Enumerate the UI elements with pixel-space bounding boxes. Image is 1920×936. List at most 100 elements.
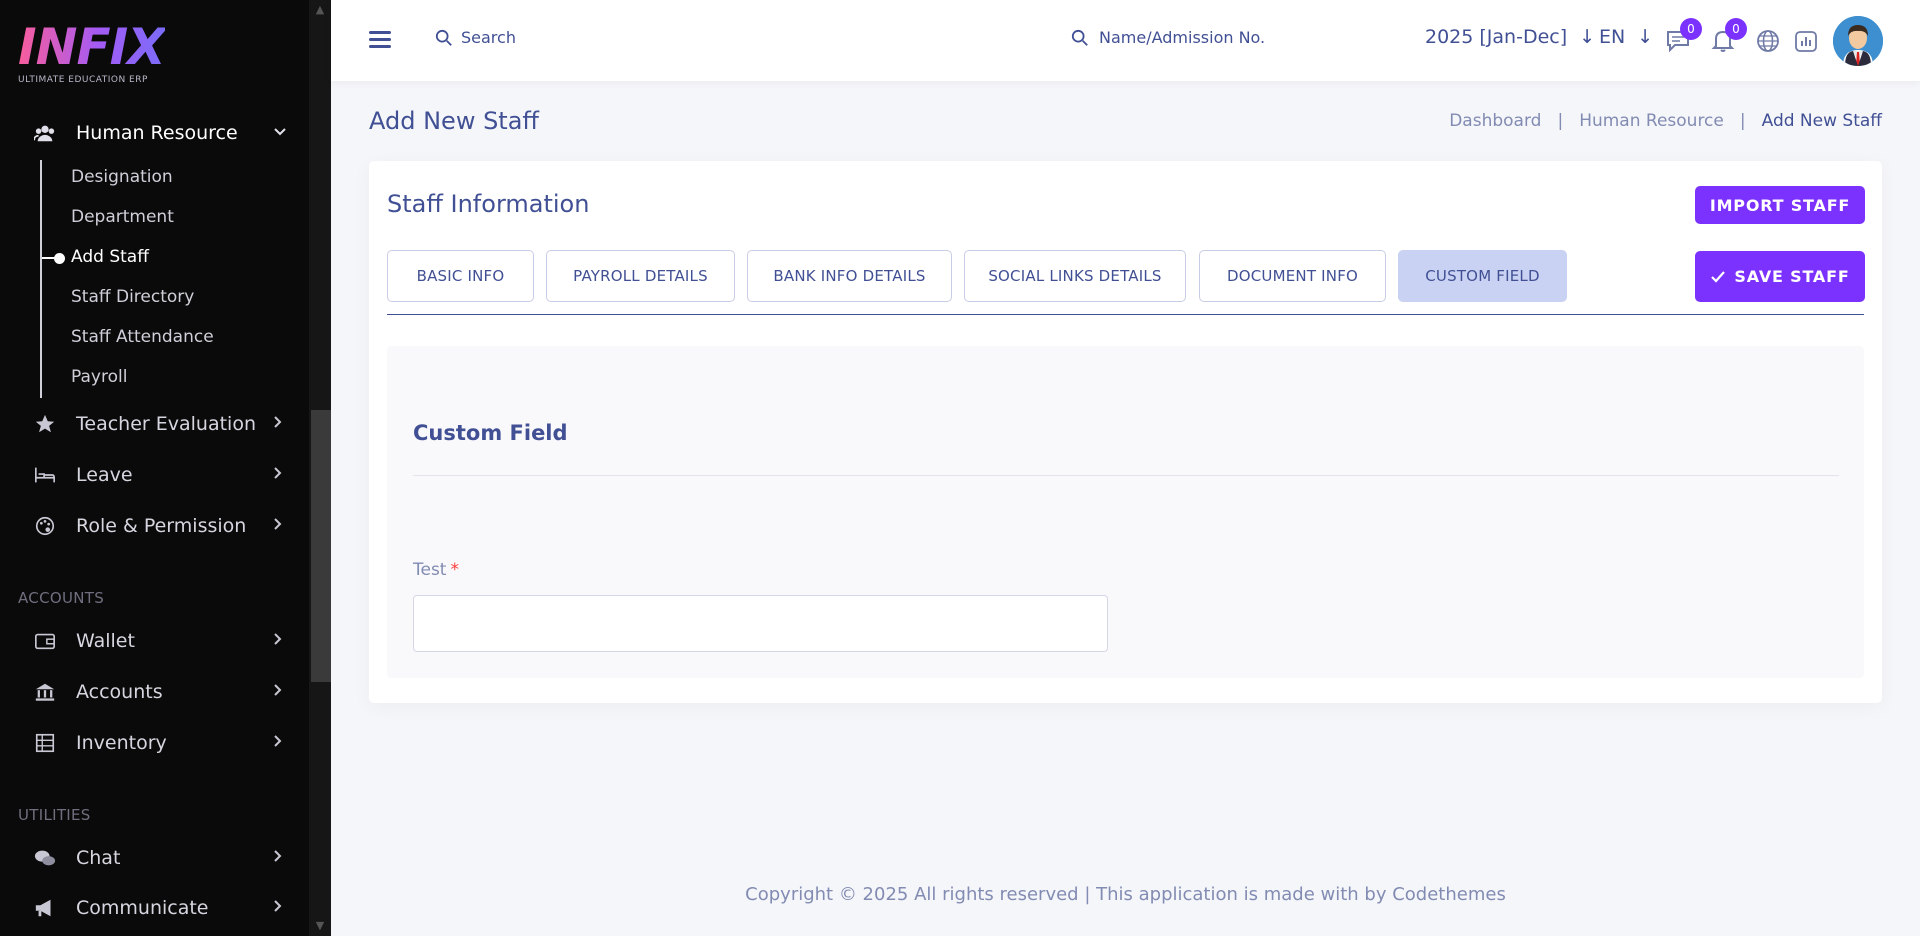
logo[interactable]: INFIX ULTIMATE EDUCATION ERP: [18, 18, 166, 85]
import-staff-button[interactable]: IMPORT STAFF: [1695, 186, 1865, 224]
user-avatar-icon: [1833, 16, 1883, 66]
reports-button[interactable]: [1793, 28, 1819, 54]
copyright-text: Copyright © 2025 All rights reserved | T…: [745, 884, 1506, 905]
chart-icon: [1795, 31, 1817, 52]
search-icon: [1071, 29, 1088, 46]
sidebar-subitem-staff-directory[interactable]: Staff Directory: [71, 287, 194, 307]
sidebar-item-label: Leave: [76, 464, 133, 486]
menu-toggle-icon[interactable]: [369, 31, 391, 49]
sidebar-subitem-staff-attendance[interactable]: Staff Attendance: [71, 327, 214, 347]
card-title: Staff Information: [387, 190, 590, 218]
scroll-down-icon[interactable]: ▼: [314, 920, 326, 932]
chevron-right-icon: [273, 632, 283, 650]
arrow-down-icon: ↓: [1579, 26, 1596, 48]
sidebar-item-label: Teacher Evaluation: [76, 413, 256, 435]
chevron-right-icon: [273, 899, 283, 917]
chevron-down-icon: [273, 125, 287, 141]
import-staff-label: IMPORT STAFF: [1709, 195, 1851, 215]
tab-social-links-details[interactable]: SOCIAL LINKS DETAILS: [964, 250, 1186, 302]
breadcrumb-human-resource[interactable]: Human Resource: [1579, 111, 1724, 131]
users-icon: [34, 122, 56, 144]
chevron-right-icon: [273, 466, 283, 484]
sidebar-item-communicate[interactable]: Communicate: [0, 888, 309, 928]
language-label: EN: [1599, 26, 1626, 48]
student-search[interactable]: Name/Admission No.: [1071, 28, 1265, 47]
logo-subtitle: ULTIMATE EDUCATION ERP: [18, 75, 148, 85]
scroll-up-icon[interactable]: ▲: [314, 4, 326, 16]
active-indicator-dot: [54, 253, 65, 264]
notifications-button[interactable]: 0: [1710, 18, 1747, 54]
chevron-right-icon: [273, 683, 283, 701]
sidebar-item-label: Accounts: [76, 681, 163, 703]
language-select[interactable]: EN ↓: [1599, 26, 1653, 48]
tabs-divider: [387, 314, 1864, 315]
tab-document-info[interactable]: DOCUMENT INFO: [1199, 250, 1386, 302]
avatar[interactable]: [1833, 16, 1883, 66]
sidebar-scrollbar[interactable]: ▲ ▼: [309, 0, 331, 936]
bank-icon: [34, 681, 56, 703]
save-staff-label: SAVE STAFF: [1734, 267, 1850, 286]
globe-icon: [1757, 30, 1779, 52]
logo-mark: INFIX: [18, 18, 166, 76]
top-header: Search Name/Admission No. 2025 [Jan-Dec]…: [331, 0, 1920, 81]
sidebar-item-label: Wallet: [76, 630, 135, 652]
page-title: Add New Staff: [369, 107, 539, 135]
megaphone-icon: [34, 897, 56, 919]
test-field-input[interactable]: [413, 595, 1108, 652]
wallet-icon: [34, 630, 56, 652]
sidebar-scrollbar-thumb[interactable]: [311, 410, 331, 682]
sidebar-item-leave[interactable]: Leave: [0, 455, 309, 495]
tab-basic-info[interactable]: BASIC INFO: [387, 250, 534, 302]
custom-field-panel: Custom Field Test *: [387, 346, 1864, 678]
academic-year-label: 2025 [Jan-Dec]: [1425, 26, 1568, 48]
breadcrumb-separator: |: [1557, 111, 1564, 131]
submenu-guide-line: [40, 160, 42, 398]
admission-search-input[interactable]: Name/Admission No.: [1099, 28, 1265, 47]
required-marker: *: [450, 560, 459, 580]
website-button[interactable]: [1755, 28, 1781, 54]
palette-icon: [34, 515, 56, 537]
sidebar-item-label: Communicate: [76, 897, 209, 919]
breadcrumb-current: Add New Staff: [1761, 111, 1882, 131]
search-icon: [435, 29, 452, 46]
section-heading: Custom Field: [413, 421, 568, 445]
messages-button[interactable]: 0: [1665, 18, 1702, 54]
sidebar-item-chat[interactable]: Chat: [0, 838, 309, 878]
academic-year-select[interactable]: 2025 [Jan-Dec] ↓: [1425, 26, 1595, 48]
sidebar-item-label: Inventory: [76, 732, 167, 754]
tab-payroll-details[interactable]: PAYROLL DETAILS: [546, 250, 735, 302]
sidebar-item-accounts[interactable]: Accounts: [0, 672, 309, 712]
global-search[interactable]: Search: [435, 28, 516, 47]
breadcrumb: Dashboard | Human Resource | Add New Sta…: [1449, 111, 1882, 131]
section-title-utilities: UTILITIES: [18, 806, 91, 824]
inventory-icon: [34, 732, 56, 754]
sidebar-subitem-payroll[interactable]: Payroll: [71, 367, 127, 387]
test-field-label: Test *: [413, 560, 459, 580]
sidebar-item-inventory[interactable]: Inventory: [0, 723, 309, 763]
star-icon: [34, 413, 56, 435]
sidebar-item-human-resource[interactable]: Human Resource: [0, 113, 309, 153]
section-title-accounts: ACCOUNTS: [18, 589, 105, 607]
search-input[interactable]: Search: [461, 28, 516, 47]
arrow-down-icon: ↓: [1637, 26, 1654, 48]
section-divider: [413, 475, 1839, 476]
footer: Copyright © 2025 All rights reserved | T…: [331, 884, 1920, 905]
chevron-right-icon: [273, 849, 283, 867]
notifications-count-badge: 0: [1725, 18, 1747, 40]
sidebar-subitem-department[interactable]: Department: [71, 207, 174, 227]
sidebar-subitem-add-staff[interactable]: Add Staff: [71, 247, 149, 267]
sidebar-item-role-permission[interactable]: Role & Permission: [0, 506, 309, 546]
breadcrumb-dashboard[interactable]: Dashboard: [1449, 111, 1541, 131]
sidebar-item-wallet[interactable]: Wallet: [0, 621, 309, 661]
save-staff-button[interactable]: SAVE STAFF: [1695, 251, 1865, 302]
tab-bank-info-details[interactable]: BANK INFO DETAILS: [747, 250, 952, 302]
sidebar-item-label: Role & Permission: [76, 515, 247, 537]
check-icon: [1711, 270, 1726, 283]
sidebar-subitem-designation[interactable]: Designation: [71, 167, 173, 187]
breadcrumb-separator: |: [1739, 111, 1746, 131]
tab-custom-field[interactable]: CUSTOM FIELD: [1398, 250, 1567, 302]
field-label-text: Test: [413, 560, 447, 580]
sidebar-item-teacher-evaluation[interactable]: Teacher Evaluation: [0, 404, 309, 444]
chat-icon: [34, 847, 56, 869]
sidebar-item-label: Human Resource: [76, 122, 238, 144]
